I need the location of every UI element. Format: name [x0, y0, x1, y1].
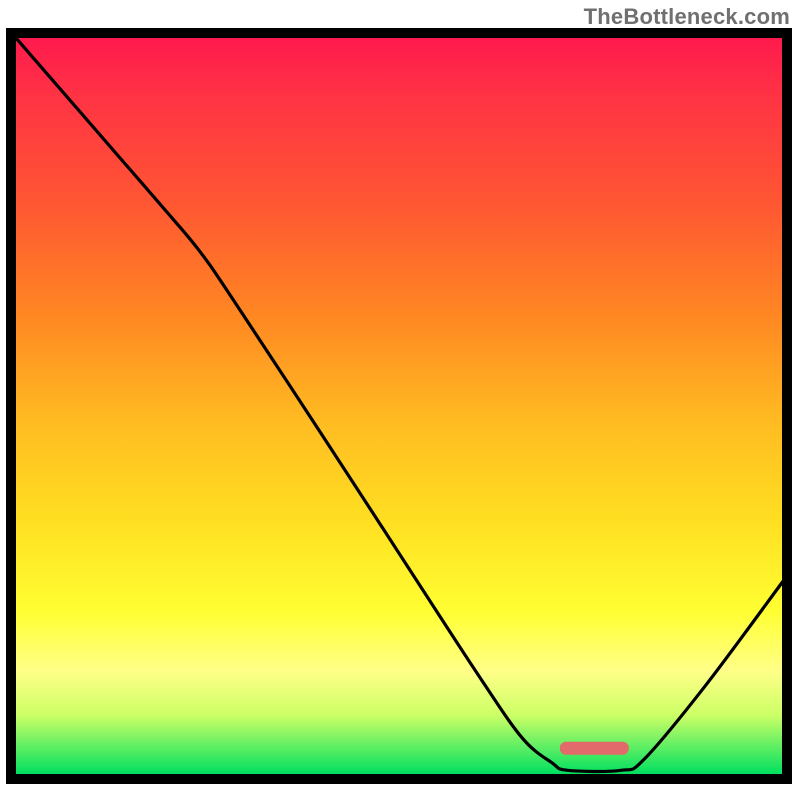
bottleneck-curve-path — [16, 38, 782, 771]
optimal-range-marker — [560, 742, 629, 755]
plot-area — [6, 28, 792, 784]
attribution-text: TheBottleneck.com — [584, 4, 790, 30]
chart-overlay — [16, 38, 782, 774]
bottleneck-chart: TheBottleneck.com — [0, 0, 800, 800]
